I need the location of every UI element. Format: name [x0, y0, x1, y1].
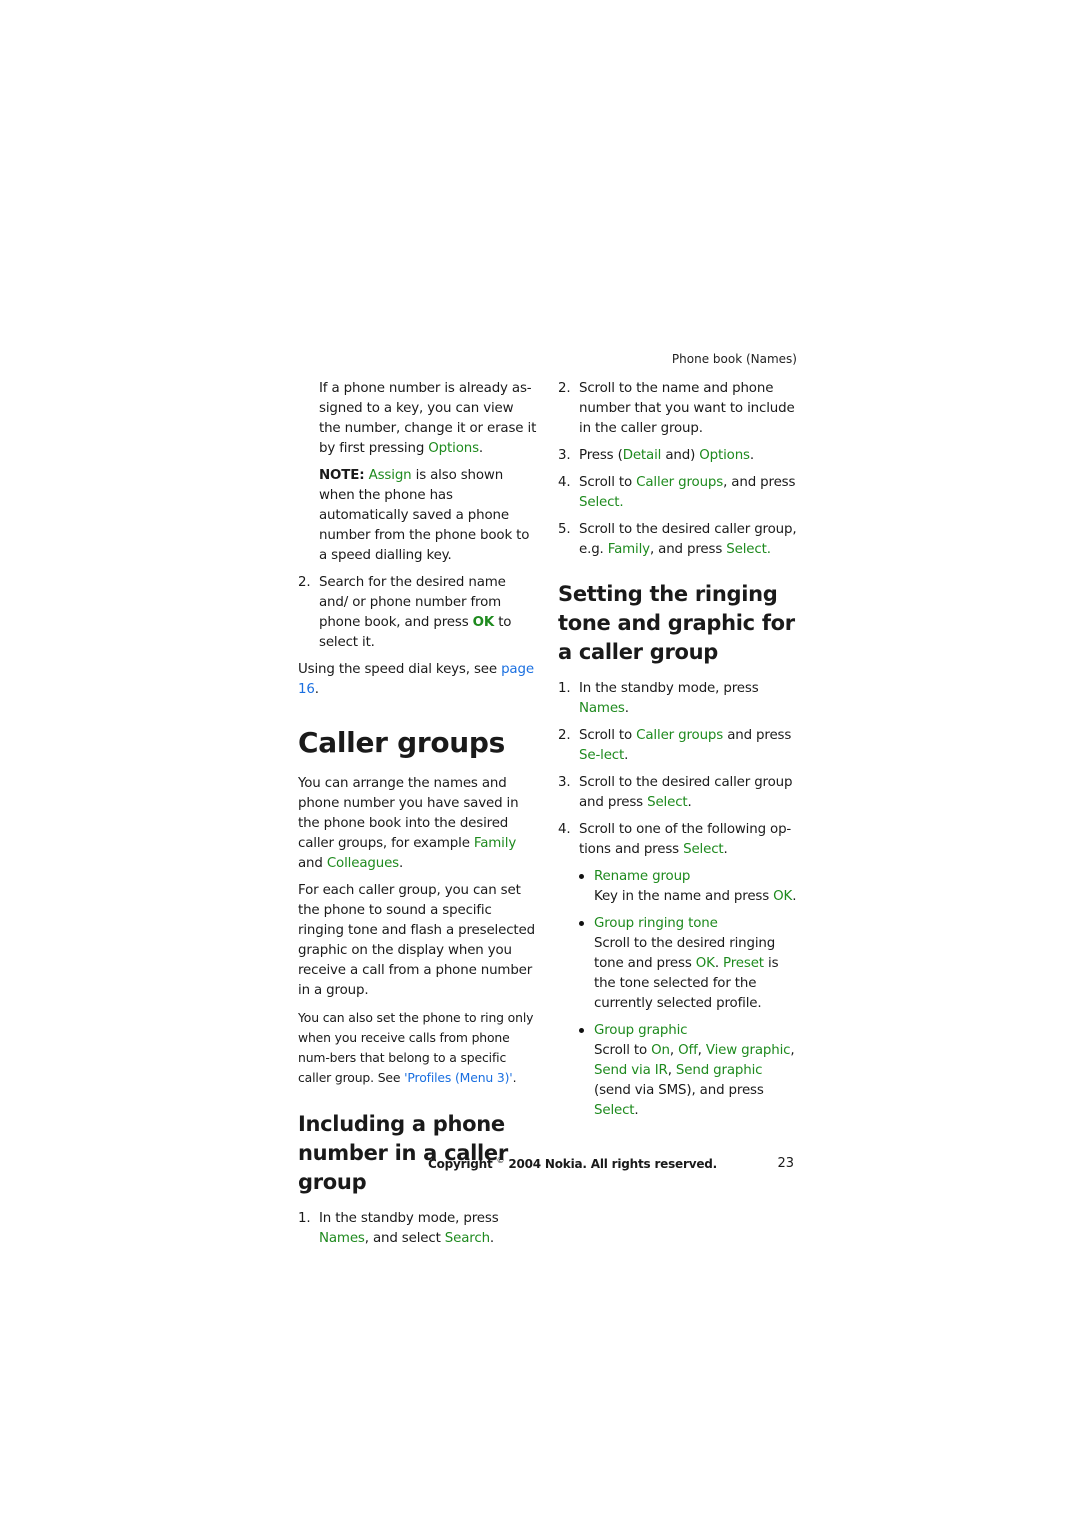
including-step-5: 5. Scroll to the desired caller group, e.… [558, 522, 797, 557]
option-description: Scroll to the desired ringing tone and p… [594, 936, 779, 1011]
setting-step-1: 1. In the standby mode, press Names. [558, 681, 759, 716]
menu-term-names: Names [319, 1231, 365, 1246]
manual-page: Phone book (Names) If a phone number is … [0, 0, 1080, 1528]
option-name: Group graphic [594, 1023, 688, 1038]
setting-step-2: 2. Scroll to Caller groups and press Se-l… [558, 728, 792, 763]
including-step-4: 4. Scroll to Caller groups, and press Sel… [558, 475, 796, 510]
right-column: 2. Scroll to the name and phone number th… [558, 379, 798, 1128]
menu-term-select: Select [594, 1103, 635, 1118]
including-step-2: 2. Scroll to the name and phone number th… [558, 381, 795, 436]
option-name: Group ringing tone [594, 916, 718, 931]
menu-term-ok: OK [773, 889, 793, 904]
menu-term-names: Names [579, 701, 625, 716]
step-2-search: 2. Search for the desired name and/ or ph… [298, 575, 512, 650]
menu-term-caller-groups: Caller groups [636, 728, 724, 743]
menu-term-colleagues: Colleagues [326, 856, 399, 871]
subsection-title-including: Including a phone number in a caller gro… [298, 1112, 508, 1194]
bullet-icon [579, 921, 584, 926]
subsection-title-setting: Setting the ringing tone and graphic for… [558, 582, 795, 664]
menu-term-family: Family [473, 836, 517, 851]
caller-groups-paragraph-3: You can also set the phone to ring only … [298, 1010, 534, 1085]
menu-term-select: Select [683, 842, 724, 857]
menu-term-select: Select. [726, 542, 771, 557]
menu-term-select: Select [647, 795, 688, 810]
setting-step-4: 4. Scroll to one of the following op-tion… [558, 822, 792, 857]
menu-term-select: Se-lect [579, 748, 625, 763]
speed-dial-reference: Using the speed dial keys, see page 16. [298, 662, 534, 697]
option-name: Rename group [594, 869, 691, 884]
note-paragraph: NOTE: Assign is also shown when the phon… [319, 468, 530, 563]
menu-term-family: Family [607, 542, 650, 557]
option-group-graphic: Group graphic Scroll to On, Off, View gr… [558, 1021, 798, 1121]
menu-term-send-graphic: Send graphic [675, 1063, 763, 1078]
menu-term-off: Off [678, 1043, 698, 1058]
menu-term-ok: OK [695, 956, 715, 971]
including-step-1: 1. In the standby mode, press Names, and … [298, 1211, 499, 1246]
page-number: 23 [777, 1156, 794, 1171]
caller-groups-paragraph-2: For each caller group, you can set the p… [298, 883, 535, 998]
option-rename-group: Rename group Key in the name and press O… [558, 867, 798, 907]
running-head: Phone book (Names) [671, 352, 797, 366]
menu-term-options: Options [428, 441, 479, 456]
menu-term-search: Search [444, 1231, 490, 1246]
intro-paragraph: If a phone number is already as-signed t… [319, 381, 537, 456]
menu-term-select: Select. [579, 495, 624, 510]
menu-term-send-via-ir: Send via IR [594, 1063, 668, 1078]
menu-term-preset: Preset [723, 956, 764, 971]
bullet-icon [579, 874, 584, 879]
menu-term-on: On [651, 1043, 670, 1058]
menu-term-assign: Assign [368, 468, 412, 483]
menu-term-detail: Detail [622, 448, 662, 463]
menu-term-ok: OK [472, 615, 495, 630]
section-title-caller-groups: Caller groups [298, 726, 506, 759]
including-step-3: 3. Press (Detail and) Options. [558, 448, 754, 463]
note-label: NOTE: [319, 468, 365, 483]
copyright-notice: Copyright © 2004 Nokia. All rights reser… [428, 1156, 718, 1171]
menu-term-caller-groups: Caller groups [636, 475, 724, 490]
profiles-menu-link[interactable]: 'Profiles (Menu 3)' [404, 1070, 513, 1085]
option-description: Key in the name and press OK. [594, 889, 797, 904]
bullet-icon [579, 1028, 584, 1033]
setting-step-3: 3. Scroll to the desired caller group and… [558, 775, 793, 810]
option-description: Scroll to On, Off, View graphic, Send vi… [594, 1043, 795, 1118]
caller-groups-paragraph-1: You can arrange the names and phone numb… [298, 776, 519, 871]
menu-term-view-graphic: View graphic [705, 1043, 791, 1058]
menu-term-options: Options [699, 448, 750, 463]
left-column: If a phone number is already as-signed t… [298, 379, 538, 1256]
option-group-ringing-tone: Group ringing tone Scroll to the desired… [558, 914, 798, 1014]
